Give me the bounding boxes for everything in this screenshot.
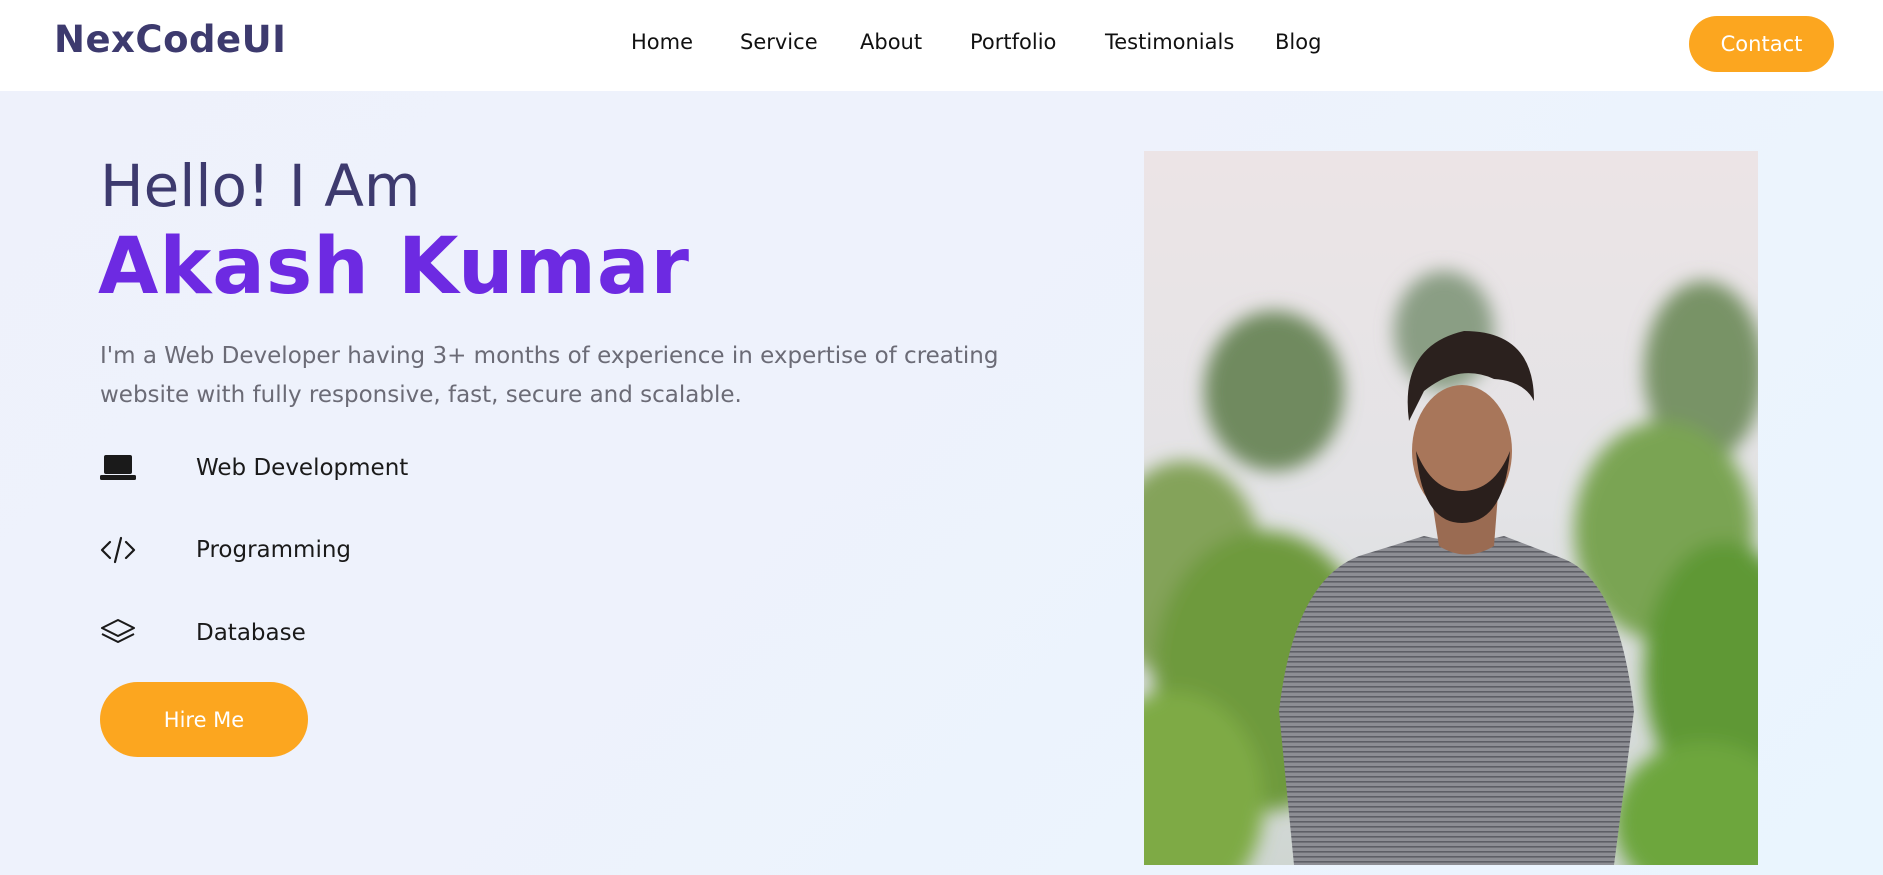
skill-item-database: Database — [100, 615, 306, 651]
skill-item-web-development: Web Development — [100, 450, 408, 486]
nav-link-blog[interactable]: Blog — [1275, 30, 1321, 54]
skill-item-programming: Programming — [100, 532, 351, 568]
nav-link-testimonials[interactable]: Testimonials — [1105, 30, 1234, 54]
hero-greeting: Hello! I Am — [100, 152, 421, 220]
nav-link-service[interactable]: Service — [740, 30, 818, 54]
skill-label: Database — [196, 620, 306, 646]
brand-logo[interactable]: NexCodeUI — [54, 18, 286, 61]
nav-link-about[interactable]: About — [860, 30, 922, 54]
skill-label: Web Development — [196, 455, 409, 481]
hire-me-button[interactable]: Hire Me — [100, 682, 308, 757]
skill-label: Programming — [196, 537, 352, 563]
laptop-icon — [100, 450, 136, 486]
layers-icon — [100, 615, 136, 651]
hero-description: I'm a Web Developer having 3+ months of … — [100, 343, 999, 408]
contact-button[interactable]: Contact — [1689, 16, 1834, 72]
code-icon — [100, 532, 136, 568]
nav-link-portfolio[interactable]: Portfolio — [970, 30, 1056, 54]
site-header: NexCodeUI Home Service About Portfolio T… — [0, 0, 1883, 91]
hero-name: Akash Kumar — [98, 222, 690, 312]
nav-link-home[interactable]: Home — [631, 30, 693, 54]
profile-photo — [1144, 151, 1758, 865]
